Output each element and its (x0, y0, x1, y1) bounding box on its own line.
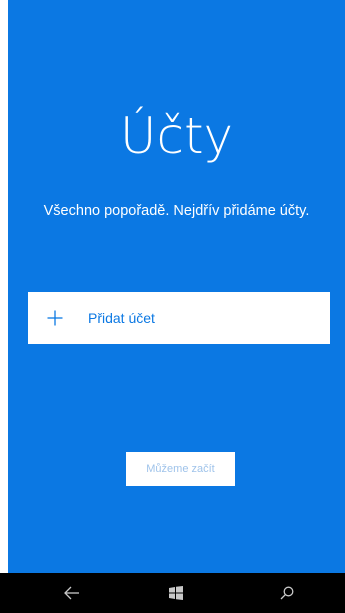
windows-logo-icon (169, 586, 183, 600)
back-arrow-icon (64, 586, 79, 600)
plus-icon (47, 310, 63, 326)
back-button[interactable] (42, 573, 102, 613)
add-account-button[interactable]: Přidat účet (28, 292, 330, 344)
start-button[interactable]: Můžeme začít (126, 452, 235, 486)
accounts-setup-page: Účty Všechno popořadě. Nejdřív přidáme ú… (8, 0, 345, 573)
navigation-bar (0, 573, 345, 613)
search-button[interactable] (257, 573, 317, 613)
add-account-label: Přidat účet (88, 310, 155, 326)
start-windows-button[interactable] (146, 573, 206, 613)
page-title: Účty (119, 107, 234, 165)
page-subtitle: Všechno popořadě. Nejdřív přidáme účty. (43, 203, 310, 219)
phone-screen: Účty Všechno popořadě. Nejdřív přidáme ú… (0, 0, 345, 613)
search-icon (280, 586, 294, 600)
